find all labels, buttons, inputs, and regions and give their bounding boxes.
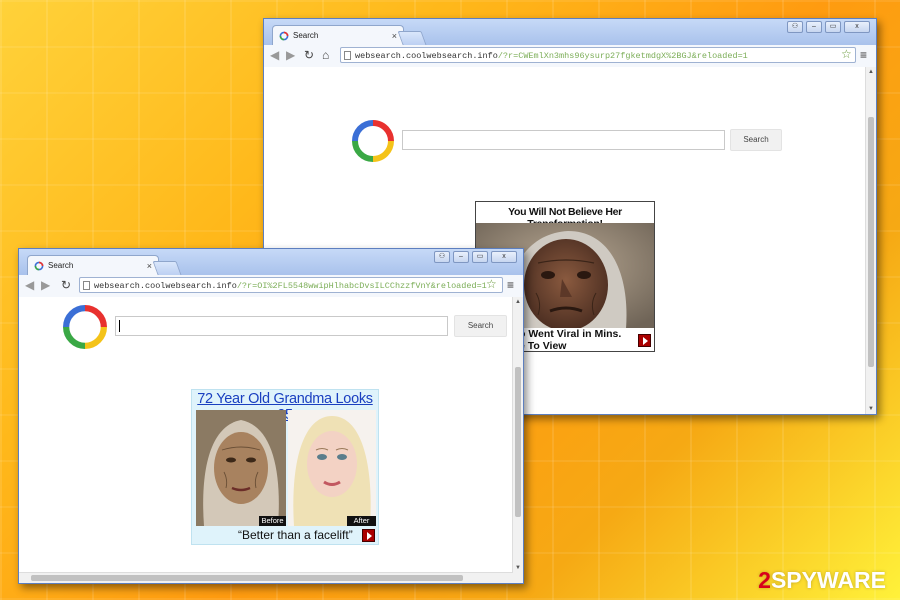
front-scroll-up-icon[interactable]: ▲ bbox=[513, 299, 523, 305]
back-maximize-icon[interactable]: ▭ bbox=[825, 21, 841, 33]
back-ad-caption-line2: e To View bbox=[519, 340, 567, 352]
back-ad-caption-line1: o Went Viral in Mins. bbox=[519, 328, 622, 340]
back-new-tab-button[interactable] bbox=[397, 31, 427, 45]
back-tab-search[interactable]: Search × bbox=[272, 25, 404, 45]
front-tab-search[interactable]: Search × bbox=[27, 255, 159, 275]
back-scroll-down-icon[interactable]: ▼ bbox=[866, 406, 876, 412]
front-scroll-down-icon[interactable]: ▼ bbox=[513, 565, 523, 571]
front-search-button[interactable]: Search bbox=[454, 315, 507, 337]
back-bookmark-star-icon[interactable]: ☆ bbox=[841, 47, 852, 61]
front-ad-before-photo bbox=[196, 410, 286, 526]
back-search-button[interactable]: Search bbox=[730, 129, 782, 151]
front-tab-label: Search bbox=[48, 261, 74, 270]
front-page-content: Search 72 Year Old Grandma Looks 25 bbox=[19, 297, 523, 583]
front-ad-play-icon[interactable] bbox=[362, 529, 375, 542]
back-minimize-icon[interactable]: – bbox=[806, 21, 822, 33]
back-scroll-up-icon[interactable]: ▲ bbox=[866, 69, 876, 75]
front-toolbar: ◀ ▶ ↻ websearch.coolwebsearch.info/?r=OI… bbox=[19, 275, 523, 298]
watermark-logo: 2SPYWARE bbox=[758, 567, 886, 594]
back-user-icon[interactable]: ⚇ bbox=[787, 21, 803, 33]
watermark-digit: 2 bbox=[758, 567, 771, 593]
front-search-logo-icon bbox=[63, 305, 107, 349]
back-search-logo-icon bbox=[352, 120, 394, 162]
back-back-arrow-icon[interactable]: ◀ bbox=[270, 48, 279, 62]
back-scroll-thumb[interactable] bbox=[868, 117, 874, 367]
back-titlebar: Search × ⚇ – ▭ x bbox=[264, 19, 876, 45]
back-url-path: /?r=CWEmlXn3mhs96ysurp27fgketmdgX%2BGJ&r… bbox=[497, 51, 748, 61]
front-ad-headline: 72 Year Old Grandma Looks 25 bbox=[197, 391, 373, 423]
front-tab-close-icon[interactable]: × bbox=[147, 256, 152, 276]
back-url-host: websearch.coolwebsearch.info bbox=[355, 51, 498, 61]
front-bookmark-star-icon[interactable]: ☆ bbox=[486, 277, 497, 291]
front-forward-arrow-icon[interactable]: ▶ bbox=[41, 278, 50, 292]
front-back-arrow-icon[interactable]: ◀ bbox=[25, 278, 34, 292]
front-url-path: /?r=OI%2FL5548wwipHlhabcDvsILCChzzfVnY&r… bbox=[236, 281, 487, 291]
front-search-input[interactable] bbox=[115, 316, 448, 336]
back-address-bar[interactable]: websearch.coolwebsearch.info/?r=CWEmlXn3… bbox=[340, 47, 856, 63]
front-ad-after-photo bbox=[288, 410, 376, 526]
front-text-caret bbox=[119, 320, 120, 332]
back-tab-close-icon[interactable]: × bbox=[392, 26, 397, 46]
front-user-icon[interactable]: ⚇ bbox=[434, 251, 450, 263]
watermark-text: SPYWARE bbox=[770, 567, 886, 593]
front-url-host: websearch.coolwebsearch.info bbox=[94, 281, 237, 291]
front-titlebar: Search × ⚇ – ▭ x bbox=[19, 249, 523, 275]
front-minimize-icon[interactable]: – bbox=[453, 251, 469, 263]
back-page-icon bbox=[344, 51, 351, 60]
back-reload-icon[interactable]: ↻ bbox=[304, 48, 314, 62]
back-forward-arrow-icon[interactable]: ▶ bbox=[286, 48, 295, 62]
back-close-window-icon[interactable]: x bbox=[844, 21, 870, 33]
front-advertisement[interactable]: 72 Year Old Grandma Looks 25 Before bbox=[191, 389, 379, 545]
front-ad-before-label: Before bbox=[259, 516, 286, 526]
back-vertical-scrollbar[interactable]: ▲ ▼ bbox=[865, 67, 876, 414]
back-menu-icon[interactable]: ≡ bbox=[860, 48, 867, 62]
front-menu-icon[interactable]: ≡ bbox=[507, 278, 514, 292]
front-address-bar[interactable]: websearch.coolwebsearch.info/?r=OI%2FL55… bbox=[79, 277, 503, 293]
front-reload-icon[interactable]: ↻ bbox=[61, 278, 71, 292]
front-browser-window: Search × ⚇ – ▭ x ◀ ▶ ↻ websearch.coolweb… bbox=[18, 248, 524, 584]
back-home-icon[interactable]: ⌂ bbox=[322, 48, 329, 62]
back-toolbar: ◀ ▶ ↻ ⌂ websearch.coolwebsearch.info/?r=… bbox=[264, 45, 876, 68]
front-maximize-icon[interactable]: ▭ bbox=[472, 251, 488, 263]
back-ad-play-icon[interactable] bbox=[638, 334, 651, 347]
back-window-controls: ⚇ – ▭ x bbox=[787, 21, 870, 33]
back-ad-headline: You Will Not Believe Her Transformation! bbox=[508, 206, 622, 230]
front-scroll-thumb[interactable] bbox=[515, 367, 521, 517]
front-window-controls: ⚇ – ▭ x bbox=[434, 251, 517, 263]
front-new-tab-button[interactable] bbox=[152, 261, 182, 275]
search-favicon-icon bbox=[34, 261, 44, 271]
front-vertical-scrollbar[interactable]: ▲ ▼ bbox=[512, 297, 523, 583]
front-hscroll-thumb[interactable] bbox=[31, 575, 463, 581]
front-close-window-icon[interactable]: x bbox=[491, 251, 517, 263]
search-favicon-icon bbox=[279, 31, 289, 41]
front-horizontal-scrollbar[interactable] bbox=[19, 572, 513, 583]
front-ad-quote: “Better than a facelift” bbox=[238, 528, 353, 542]
front-ad-after-label: After bbox=[347, 516, 376, 526]
back-tab-label: Search bbox=[293, 31, 319, 40]
front-page-icon bbox=[83, 281, 90, 290]
back-search-input[interactable] bbox=[402, 130, 725, 150]
